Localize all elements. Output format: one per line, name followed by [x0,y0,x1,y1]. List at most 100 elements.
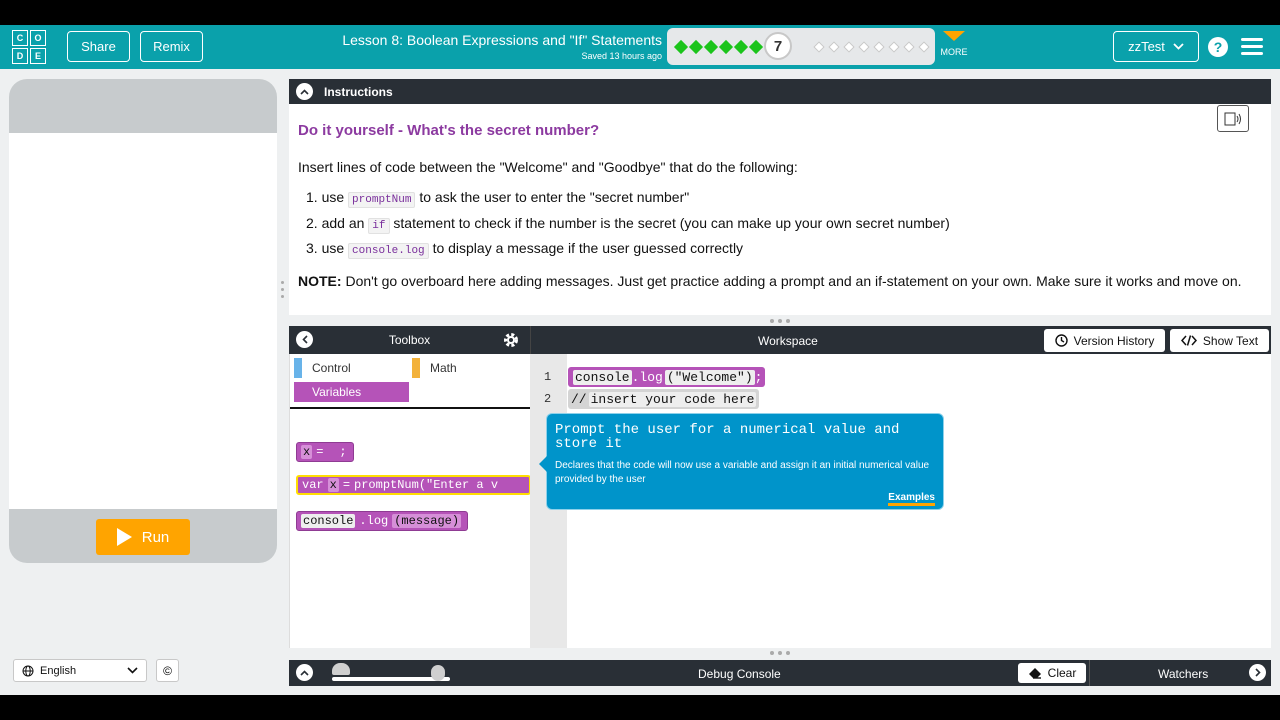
instructions-title: Instructions [324,84,393,99]
show-text-button[interactable]: Show Text [1170,329,1269,352]
top-header: C O D E Share Remix Lesson 8: Boolean Ex… [0,25,1280,69]
note-label: NOTE: [298,272,342,289]
instructions-panel: Do it yourself - What's the secret numbe… [289,104,1271,315]
toolbox-divider [290,407,531,409]
lesson-progress-bar: 7 [667,28,935,65]
version-history-button[interactable]: Version History [1044,329,1165,352]
prompt-num-block[interactable]: var x = promptNum("Enter a v [296,475,531,495]
rabbit-icon[interactable] [431,665,445,681]
run-button[interactable]: Run [96,519,190,555]
progress-level-incomplete[interactable] [903,41,915,53]
progress-level-incomplete[interactable] [918,41,930,53]
code-line-comment[interactable]: //insert your code here [568,389,760,409]
clock-icon [1054,334,1068,347]
workspace-title: Workspace [758,334,818,348]
progress-level-incomplete[interactable] [873,41,885,53]
more-button[interactable]: MORE [940,31,968,57]
progress-level-complete[interactable] [733,39,749,55]
app-preview-panel: Run [9,79,277,563]
console-log-block[interactable]: console .log (message) [296,511,468,531]
category-label: Math [430,361,457,375]
debug-console-title: Debug Console [698,667,781,681]
help-icon[interactable]: ? [1208,37,1228,57]
category-swatch [294,358,302,378]
clear-label: Clear [1047,666,1077,680]
toolbox-panel: Control Math Variables x = ; var x = pro… [289,354,531,648]
instructions-list: 1. use promptNum to ask the user to ente… [306,186,1262,263]
instructions-header: Instructions [289,79,1271,104]
logo-letter: D [12,48,28,64]
code-snippet: if [368,217,390,234]
collapse-instructions-icon[interactable] [296,83,313,100]
user-menu-button[interactable]: zzTest [1113,31,1199,62]
progress-level-current[interactable]: 7 [764,32,792,60]
progress-level-incomplete[interactable] [828,41,840,53]
panel-resize-handle[interactable] [281,281,285,303]
globe-icon [22,665,34,676]
progress-level-complete[interactable] [703,39,719,55]
progress-level-complete[interactable] [748,39,764,55]
remix-button[interactable]: Remix [140,31,203,62]
line-number: 2 [544,392,552,406]
tooltip-title: Prompt the user for a numerical value an… [555,422,900,452]
logo-letter: C [12,30,28,46]
instructions-note: NOTE: Don't go overboard here adding mes… [298,270,1262,292]
logo-letter: E [30,48,46,64]
eraser-icon [1028,668,1041,679]
more-label: MORE [940,47,968,57]
saved-status: Saved 13 hours ago [581,51,662,61]
debug-console-bar: Debug Console Clear Watchers [289,660,1271,686]
progress-level-incomplete[interactable] [888,41,900,53]
progress-level-incomplete[interactable] [813,41,825,53]
code-icon [1180,335,1197,346]
category-math[interactable]: Math [412,358,457,378]
examples-link[interactable]: Examples [888,492,935,506]
app-frame: C O D E Share Remix Lesson 8: Boolean Ex… [0,25,1280,695]
assign-block[interactable]: x = ; [296,442,354,462]
hamburger-menu-icon[interactable] [1241,38,1263,56]
expand-watchers-icon[interactable] [1249,664,1266,681]
toolbox-title: Toolbox [388,333,431,347]
turtle-icon [332,663,350,675]
collapse-toolbox-icon[interactable] [296,331,313,348]
instructions-heading: Do it yourself - What's the secret numbe… [298,122,600,139]
app-screen[interactable] [9,133,277,509]
expand-debug-icon[interactable] [296,664,313,681]
chevron-down-icon [127,667,138,674]
code-snippet: promptNum [348,192,416,208]
category-control[interactable]: Control [294,358,351,378]
share-button[interactable]: Share [67,31,130,62]
more-chevron-icon [943,31,965,41]
text-to-speech-icon[interactable] [1217,105,1249,132]
note-text: Don't go overboard here adding messages.… [345,272,1242,289]
list-item: 3. use console.log to display a message … [306,240,744,259]
logo-letter: O [30,30,46,46]
user-name: zzTest [1128,39,1165,54]
lesson-title[interactable]: Lesson 8: Boolean Expressions and "If" S… [300,32,662,48]
category-label: Control [312,361,351,375]
progress-level-complete[interactable] [688,39,704,55]
watchers-label: Watchers [1158,667,1209,681]
code-snippet: console.log [348,243,429,259]
list-item: 1. use promptNum to ask the user to ente… [306,189,690,208]
code-org-logo[interactable]: C O D E [12,30,46,64]
progress-level-incomplete[interactable] [843,41,855,53]
language-select[interactable]: English [13,659,147,682]
list-item: 2. add an if statement to check if the n… [306,214,950,234]
gear-icon[interactable] [502,331,520,349]
progress-level-incomplete[interactable] [858,41,870,53]
progress-level-complete[interactable] [673,39,689,55]
play-icon [116,528,132,546]
instructions-resize-handle[interactable] [770,319,792,323]
console-resize-handle[interactable] [770,651,792,655]
category-swatch [412,358,420,378]
code-line-console-log[interactable]: console .log ("Welcome"); [568,367,766,387]
copyright-button[interactable]: © [156,659,179,682]
category-variables[interactable]: Variables [294,382,409,402]
language-label: English [40,664,77,677]
progress-level-complete[interactable] [718,39,734,55]
line-number: 1 [544,370,552,384]
chevron-down-icon [1173,43,1184,50]
block-tooltip: Prompt the user for a numerical value an… [539,413,944,510]
clear-button[interactable]: Clear [1018,663,1086,683]
